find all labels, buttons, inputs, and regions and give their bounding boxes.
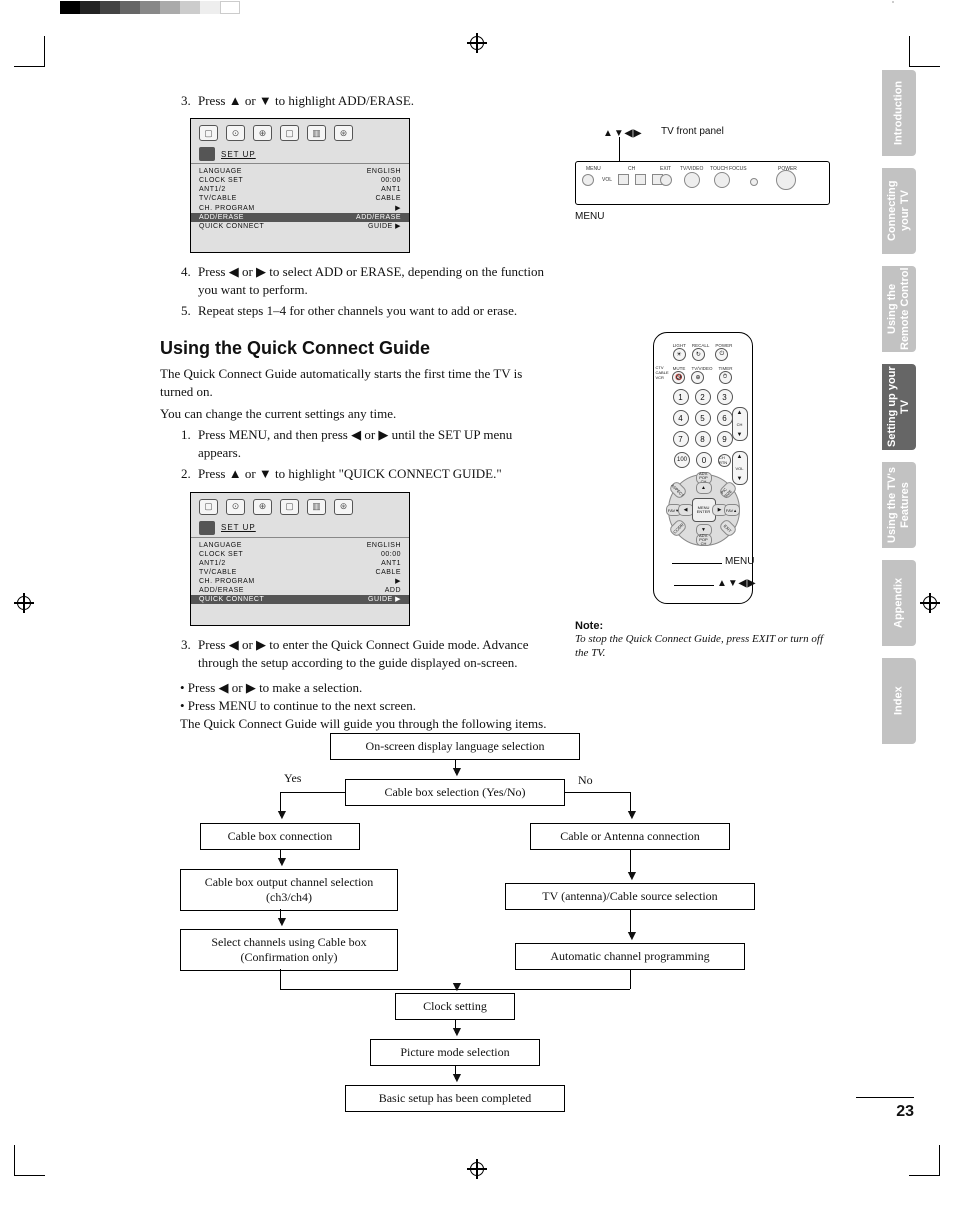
crop-mark <box>909 36 940 67</box>
crop-mark <box>909 1145 940 1176</box>
section-title: Using the Quick Connect Guide <box>160 338 555 359</box>
registration-mark <box>467 1159 487 1179</box>
intro-1: The Quick Connect Guide automatically st… <box>160 365 555 400</box>
crop-mark <box>14 1145 45 1176</box>
registration-mark <box>920 593 940 613</box>
remote-menu-callout: MENU <box>725 556 754 567</box>
note-title: Note: <box>575 620 603 632</box>
osd-screenshot-1: ▢⊙⊕▢▥⊛ SET UP LANGUAGEENGLISH CLOCK SET0… <box>190 118 410 253</box>
front-panel-label: TV front panel <box>661 126 830 137</box>
step-2b: Press ▲ or ▼ to highlight "QUICK CONNECT… <box>194 465 555 483</box>
page-number: 23 <box>896 1103 914 1121</box>
tab-setting-up: Setting up your TV <box>882 364 916 450</box>
step-5a: Repeat steps 1–4 for other channels you … <box>194 302 555 320</box>
tab-connecting: Connecting your TV <box>882 168 916 254</box>
grayscale-bar <box>60 1 240 14</box>
tab-features: Using the TV's Features <box>882 462 916 548</box>
tv-front-panel-diagram: MENU VOL CH EXIT TV/VIDEO TOUCH FOCUS PO… <box>575 161 830 205</box>
step-1b: Press MENU, and then press ◀ or ▶ until … <box>194 426 555 462</box>
bullet-1: • Press ◀ or ▶ to make a selection. <box>180 679 555 697</box>
followup-text: The Quick Connect Guide will guide you t… <box>180 715 555 733</box>
registration-mark <box>14 593 34 613</box>
tab-remote: Using the Remote Control <box>882 266 916 352</box>
registration-mark <box>467 33 487 53</box>
bullet-2: • Press MENU to continue to the next scr… <box>180 697 555 715</box>
osd-screenshot-2: ▢⊙⊕▢▥⊛ SET UP LANGUAGEENGLISH CLOCK SET0… <box>190 492 410 627</box>
step-3c: Press ◀ or ▶ to enter the Quick Connect … <box>194 636 555 672</box>
crop-mark <box>14 36 45 67</box>
remote-nav-callout: ▲▼◀▶ <box>717 578 756 589</box>
note-body: To stop the Quick Connect Guide, press E… <box>575 632 830 661</box>
menu-label: MENU <box>575 211 830 222</box>
color-bar <box>892 1 894 3</box>
step-3a: Press ▲ or ▼ to highlight ADD/ERASE. <box>194 92 555 110</box>
tab-appendix: Appendix <box>882 560 916 646</box>
step-4a: Press ◀ or ▶ to select ADD or ERASE, dep… <box>194 263 555 299</box>
section-tabs: Introduction Connecting your TV Using th… <box>882 70 916 744</box>
intro-2: You can change the current settings any … <box>160 405 555 423</box>
tab-index: Index <box>882 658 916 744</box>
tab-introduction: Introduction <box>882 70 916 156</box>
